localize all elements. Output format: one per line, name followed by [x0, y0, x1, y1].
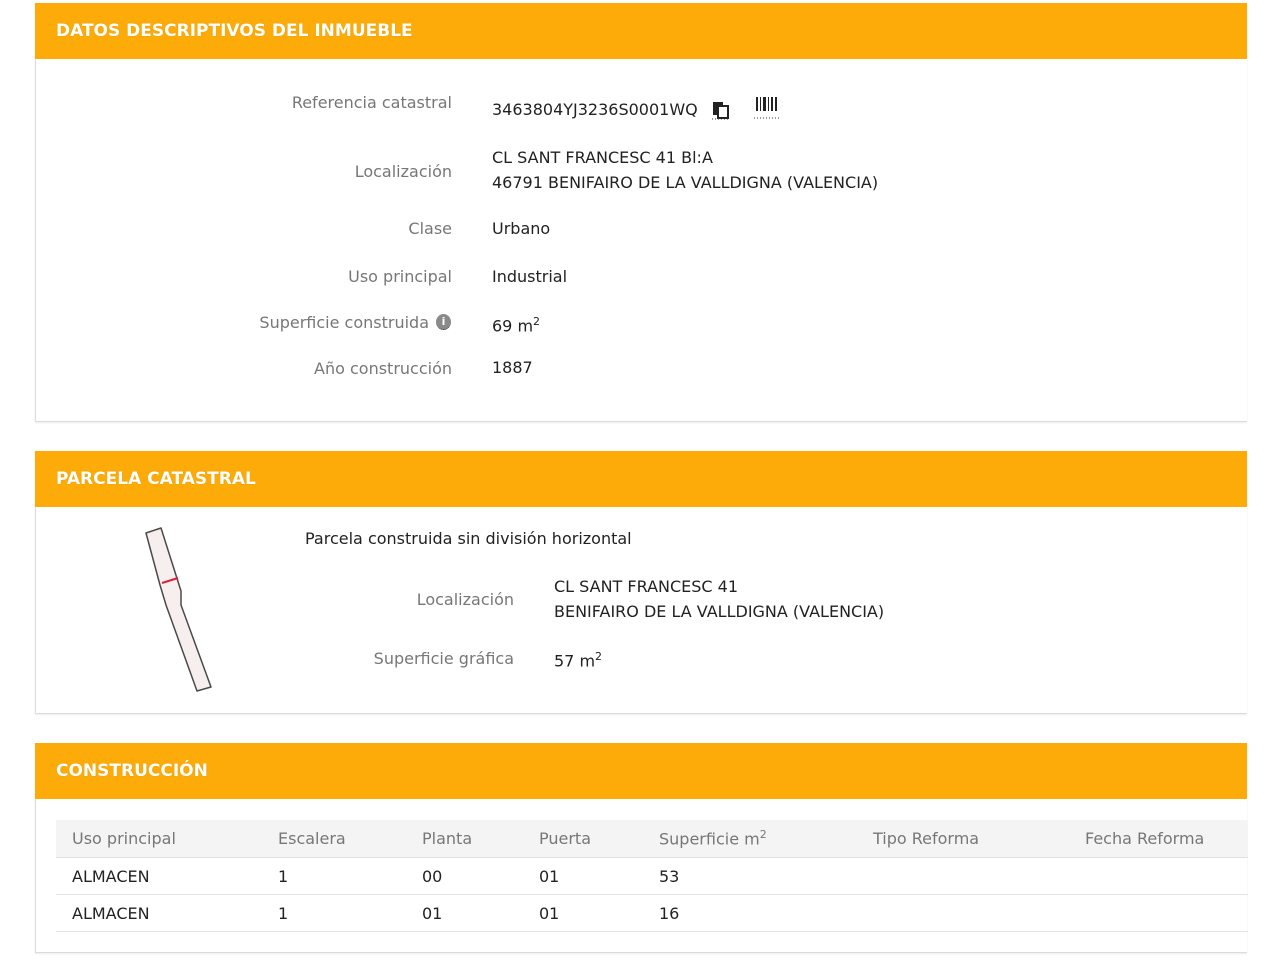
cell-superficie: 16 [643, 894, 857, 932]
parcela-localizacion-line1: CL SANT FRANCESC 41 [554, 577, 739, 596]
barcode-icon[interactable] [753, 96, 781, 120]
cell-escalera: 1 [262, 894, 406, 932]
datos-descriptivos-header: DATOS DESCRIPTIVOS DEL INMUEBLE [35, 3, 1247, 59]
uso-principal-value: Industrial [492, 267, 568, 286]
superficie-grafica-value: 57 m2 [554, 650, 603, 671]
clase-value: Urbano [492, 219, 551, 238]
col-planta: Planta [406, 820, 523, 858]
cell-puerta: 01 [523, 894, 643, 932]
parcela-localizacion-line2: BENIFAIRO DE LA VALLDIGNA (VALENCIA) [554, 602, 885, 621]
cell-planta: 00 [406, 857, 523, 895]
localizacion-line1: CL SANT FRANCESC 41 Bl:A [492, 148, 713, 167]
col-puerta: Puerta [523, 820, 643, 858]
cell-fecha-reforma [1069, 857, 1248, 895]
referencia-catastral-value: 3463804YJ3236S0001WQ [492, 100, 698, 119]
col-superficie: Superficie m2 [643, 820, 857, 858]
superficie-grafica-label: Superficie gráfica [373, 649, 514, 668]
table-header-row: Uso principal Escalera Planta Puerta Sup… [56, 820, 1248, 858]
referencia-catastral-label: Referencia catastral [291, 93, 452, 112]
anio-construccion-value: 1887 [492, 358, 533, 377]
localizacion-line2: 46791 BENIFAIRO DE LA VALLDIGNA (VALENCI… [492, 173, 879, 192]
construccion-header: CONSTRUCCIÓN [35, 743, 1247, 799]
cell-fecha-reforma [1069, 894, 1248, 932]
parcela-catastral-header: PARCELA CATASTRAL [35, 451, 1247, 507]
cell-puerta: 01 [523, 857, 643, 895]
copy-icon[interactable] [712, 100, 730, 120]
cell-uso: ALMACEN [56, 894, 262, 932]
cell-tipo-reforma [857, 894, 1069, 932]
info-icon[interactable]: i [436, 314, 451, 330]
construccion-table: Uso principal Escalera Planta Puerta Sup… [56, 820, 1248, 932]
anio-construccion-label: Año construcción [314, 359, 452, 378]
col-fecha-reforma: Fecha Reforma [1069, 820, 1248, 858]
cell-planta: 01 [406, 894, 523, 932]
cell-superficie: 53 [643, 857, 857, 895]
cell-tipo-reforma [857, 857, 1069, 895]
parcel-shape-image [145, 527, 212, 692]
cell-escalera: 1 [262, 857, 406, 895]
construccion-panel: CONSTRUCCIÓN Uso principal Escalera Plan… [35, 743, 1248, 953]
parcela-localizacion-label: Localización [416, 590, 514, 609]
localizacion-label: Localización [354, 162, 452, 181]
superficie-construida-value: 69 m2 [492, 315, 541, 336]
col-tipo-reforma: Tipo Reforma [857, 820, 1069, 858]
datos-descriptivos-panel: DATOS DESCRIPTIVOS DEL INMUEBLE Referenc… [35, 3, 1247, 422]
col-uso-principal: Uso principal [56, 820, 262, 858]
table-row: ALMACEN 1 00 01 53 [56, 857, 1248, 895]
uso-principal-label: Uso principal [348, 267, 452, 286]
parcela-subtitle: Parcela construida sin división horizont… [305, 529, 632, 548]
cell-uso: ALMACEN [56, 857, 262, 895]
table-row: ALMACEN 1 01 01 16 [56, 894, 1248, 932]
superficie-construida-label: Superficie construida [259, 313, 429, 332]
parcela-catastral-panel: PARCELA CATASTRAL Parcela construida sin… [35, 451, 1247, 714]
col-escalera: Escalera [262, 820, 406, 858]
clase-label: Clase [408, 219, 452, 238]
